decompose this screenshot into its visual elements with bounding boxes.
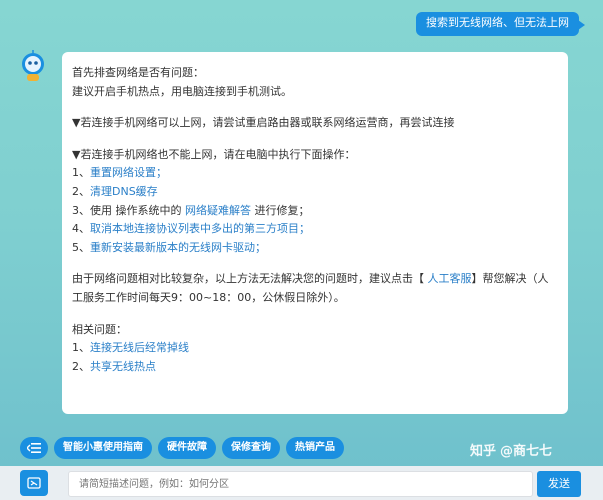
related-item: 1、连接无线后经常掉线 bbox=[72, 339, 558, 358]
reply-intro-line: 建议开启手机热点，用电脑连接到手机测试。 bbox=[72, 84, 292, 98]
related-number: 1、 bbox=[72, 341, 90, 355]
step-item: 2、清理DNS缓存 bbox=[72, 183, 558, 202]
reply-complex-line: 工服务工作时间每天9：00~18：00，公休假日除外）。 bbox=[72, 290, 345, 304]
question-input[interactable] bbox=[68, 471, 533, 497]
quick-action-bar: 智能小惠使用指南 硬件故障 保修查询 热销产品 bbox=[20, 437, 344, 459]
reply-intro-line: 首先排查网络是否有问题： bbox=[72, 66, 204, 79]
step-item: 1、重置网络设置； bbox=[72, 164, 558, 183]
human-service-link[interactable]: 人工客服 bbox=[428, 272, 472, 285]
step-number: 5、 bbox=[72, 240, 90, 254]
related-link[interactable]: 共享无线热点 bbox=[90, 360, 156, 373]
step-number: 2、 bbox=[72, 184, 90, 198]
keyboard-icon[interactable] bbox=[20, 470, 48, 496]
quick-action-hardware[interactable]: 硬件故障 bbox=[158, 437, 216, 459]
step-number: 4、 bbox=[72, 222, 90, 236]
step-link[interactable]: 重新安装最新版本的无线网卡驱动； bbox=[90, 241, 266, 254]
step-item: 5、重新安装最新版本的无线网卡驱动； bbox=[72, 239, 558, 258]
step-link[interactable]: 清理DNS缓存 bbox=[90, 185, 158, 198]
step-number: 1、 bbox=[72, 166, 90, 180]
step-number: 3、 bbox=[72, 203, 90, 217]
reply-complex-line: 由于网络问题相对比较复杂，以上方法无法解决您的问题时，建议点击【 人工客服】帮您… bbox=[72, 270, 558, 289]
watermark-logo: 知乎 bbox=[470, 444, 497, 459]
send-button[interactable]: 发送 bbox=[537, 471, 581, 497]
step-link[interactable]: 重置网络设置； bbox=[90, 166, 167, 179]
related-title: 相关问题： bbox=[72, 322, 127, 336]
user-message-bubble: 搜索到无线网络、但无法上网 bbox=[416, 12, 585, 36]
step-text: 使用 操作系统中的 bbox=[90, 203, 185, 217]
related-item: 2、共享无线热点 bbox=[72, 358, 558, 377]
related-number: 2、 bbox=[72, 359, 90, 373]
quick-action-products[interactable]: 热销产品 bbox=[286, 437, 344, 459]
watermark-author: @商七七 bbox=[500, 444, 553, 459]
quick-action-guide[interactable]: 智能小惠使用指南 bbox=[54, 437, 152, 459]
menu-collapse-icon[interactable] bbox=[20, 437, 48, 459]
related-link[interactable]: 连接无线后经常掉线 bbox=[90, 341, 189, 354]
step-item: 4、取消本地连接协议列表中多出的第三方项目； bbox=[72, 220, 558, 239]
bot-reply-card: 首先排查网络是否有问题： 建议开启手机热点，用电脑连接到手机测试。 ▼若连接手机… bbox=[62, 52, 568, 414]
related-list: 1、连接无线后经常掉线 2、共享无线热点 bbox=[72, 339, 558, 376]
quick-action-warranty[interactable]: 保修查询 bbox=[222, 437, 280, 459]
complex-text: 由于网络问题相对比较复杂，以上方法无法解决您的问题时，建议点击【 bbox=[72, 272, 428, 286]
step-list: 1、重置网络设置； 2、清理DNS缓存 3、使用 操作系统中的 网络疑难解答 进行修… bbox=[72, 164, 558, 257]
step-link[interactable]: 取消本地连接协议列表中多出的第三方项目； bbox=[90, 222, 310, 235]
reply-case-line: ▼若连接手机网络可以上网，请尝试重启路由器或联系网络运营商，再尝试连接 bbox=[72, 116, 455, 130]
step-text: 进行修复； bbox=[251, 203, 310, 217]
watermark: 知乎 @商七七 bbox=[470, 440, 552, 459]
step-item: 3、使用 操作系统中的 网络疑难解答 进行修复； bbox=[72, 202, 558, 221]
robot-avatar-icon bbox=[18, 50, 48, 84]
step-link[interactable]: 网络疑难解答 bbox=[185, 204, 251, 217]
reply-case-line: ▼若连接手机网络也不能上网，请在电脑中执行下面操作： bbox=[72, 147, 356, 161]
complex-text: 】帮您解决（人 bbox=[471, 272, 549, 286]
